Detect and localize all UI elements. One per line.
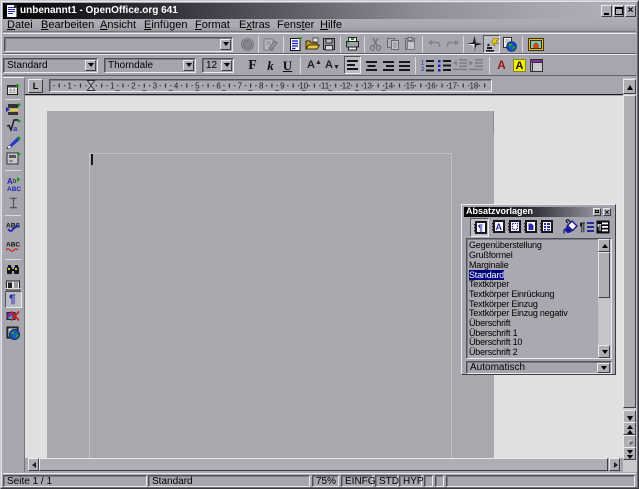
svg-text:¶: ¶ xyxy=(580,222,586,234)
svg-text:17: 17 xyxy=(448,82,457,91)
svg-text:3: 3 xyxy=(153,82,158,91)
svg-text:1: 1 xyxy=(421,61,425,67)
svg-text:2: 2 xyxy=(421,67,425,72)
svg-text:9: 9 xyxy=(280,82,285,91)
svg-text:¶: ¶ xyxy=(597,222,602,232)
svg-text:5: 5 xyxy=(195,82,200,91)
svg-text:12: 12 xyxy=(342,82,351,91)
svg-text:15: 15 xyxy=(406,82,415,91)
svg-text:2: 2 xyxy=(131,82,136,91)
svg-text:14: 14 xyxy=(384,82,393,91)
svg-text:1: 1 xyxy=(67,82,72,91)
svg-text:a: a xyxy=(13,123,18,132)
svg-text:13: 13 xyxy=(363,82,372,91)
svg-text:ABC: ABC xyxy=(6,242,20,249)
svg-text:8: 8 xyxy=(259,82,264,91)
svg-text:b: b xyxy=(13,179,17,185)
svg-text:4: 4 xyxy=(174,82,179,91)
svg-text:A: A xyxy=(496,222,503,232)
svg-text:10: 10 xyxy=(299,82,308,91)
svg-text:6: 6 xyxy=(216,82,221,91)
svg-text:11: 11 xyxy=(321,82,330,91)
svg-text:7: 7 xyxy=(238,82,243,91)
svg-text:¶: ¶ xyxy=(478,223,483,233)
svg-text:18: 18 xyxy=(469,82,478,91)
svg-text:ABC: ABC xyxy=(7,186,21,192)
svg-text:1: 1 xyxy=(110,82,115,91)
svg-text:16: 16 xyxy=(427,82,436,91)
